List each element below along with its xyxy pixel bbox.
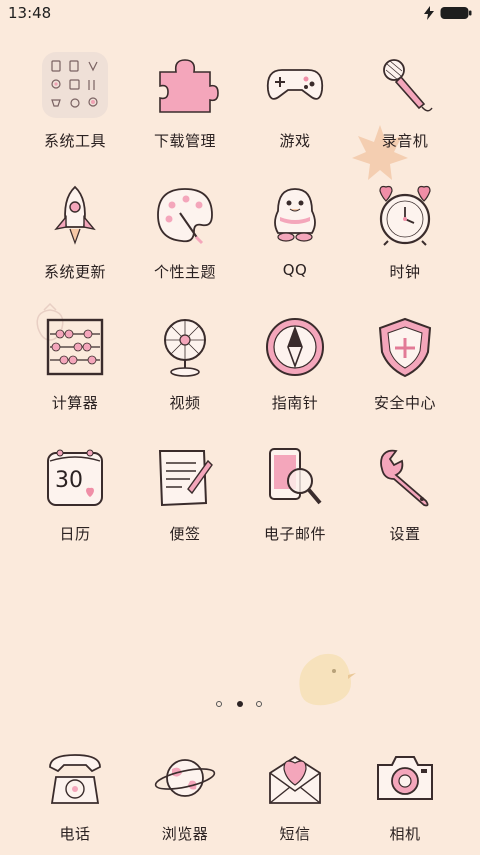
dock-app-browser[interactable]: 浏览器: [125, 745, 245, 855]
envelope-heart-icon: [269, 755, 321, 804]
dock-app-phone[interactable]: 电话: [15, 745, 135, 855]
abacus-icon: [46, 318, 104, 376]
app-label: 浏览器: [161, 825, 209, 843]
app-label: 短信: [279, 825, 311, 843]
alarm-clock-icon: [379, 185, 431, 246]
app-games[interactable]: 游戏: [235, 52, 355, 162]
planet-icon: [154, 759, 216, 797]
calendar-day: 30: [55, 468, 83, 493]
rotary-phone-icon: [49, 754, 101, 804]
app-label: 电子邮件: [263, 525, 326, 543]
microphone-icon: [383, 59, 433, 112]
app-calendar[interactable]: 30 日历: [15, 445, 135, 555]
app-label: 视频: [169, 394, 201, 412]
palette-icon: [157, 188, 213, 245]
app-settings[interactable]: 设置: [345, 445, 465, 555]
puzzle-icon: [159, 59, 219, 113]
app-label: 录音机: [381, 132, 429, 150]
page-dot-active[interactable]: [237, 701, 243, 707]
gamepad-icon: [266, 69, 324, 100]
app-label: 指南针: [271, 394, 319, 412]
app-security-center[interactable]: 安全中心: [345, 314, 465, 424]
phone-magnifier-icon: [269, 448, 322, 505]
app-label: 下载管理: [153, 132, 216, 150]
page-dot[interactable]: [216, 701, 222, 707]
camera-icon: [377, 756, 433, 800]
status-time: 13:48: [8, 4, 52, 22]
app-label: 时钟: [389, 263, 421, 281]
app-system-update[interactable]: 系统更新: [15, 183, 135, 293]
app-label: 游戏: [279, 132, 311, 150]
dock-app-messages[interactable]: 短信: [235, 745, 355, 855]
page-dot[interactable]: [256, 701, 262, 707]
app-download-manager[interactable]: 下载管理: [125, 52, 245, 162]
calendar-icon: 30: [47, 449, 103, 506]
notepad-icon: [158, 450, 213, 507]
app-label: 系统更新: [43, 263, 106, 281]
app-video[interactable]: 视频: [125, 314, 245, 424]
app-label: 计算器: [51, 394, 99, 412]
app-clock[interactable]: 时钟: [345, 183, 465, 293]
page-indicator[interactable]: [0, 701, 480, 711]
app-system-tools[interactable]: 系统工具: [15, 52, 135, 162]
app-label: 便签: [169, 525, 201, 543]
app-label: 电话: [59, 825, 91, 843]
app-calculator[interactable]: 计算器: [15, 314, 135, 424]
app-label: 个性主题: [153, 263, 216, 281]
app-label: 系统工具: [43, 132, 106, 150]
fan-icon: [164, 319, 206, 377]
app-label: 安全中心: [373, 394, 436, 412]
app-label: 相机: [389, 825, 421, 843]
shield-icon: [378, 317, 432, 378]
app-email[interactable]: 电子邮件: [235, 445, 355, 555]
app-label: QQ: [282, 261, 308, 279]
charging-bolt-icon: [424, 6, 434, 20]
penguin-icon: [274, 188, 316, 242]
app-recorder[interactable]: 录音机: [345, 52, 465, 162]
app-notes[interactable]: 便签: [125, 445, 245, 555]
compass-icon: [266, 318, 324, 376]
dock-app-camera[interactable]: 相机: [345, 745, 465, 855]
status-bar: 13:48: [0, 0, 480, 28]
app-compass[interactable]: 指南针: [235, 314, 355, 424]
app-label: 设置: [389, 525, 421, 543]
battery-icon: [440, 7, 472, 19]
tools-folder-icon: [42, 52, 108, 118]
rocket-icon: [54, 185, 96, 245]
app-themes[interactable]: 个性主题: [125, 183, 245, 293]
app-label: 日历: [59, 525, 91, 543]
wrench-icon: [380, 449, 429, 507]
app-qq[interactable]: QQ: [235, 183, 355, 293]
